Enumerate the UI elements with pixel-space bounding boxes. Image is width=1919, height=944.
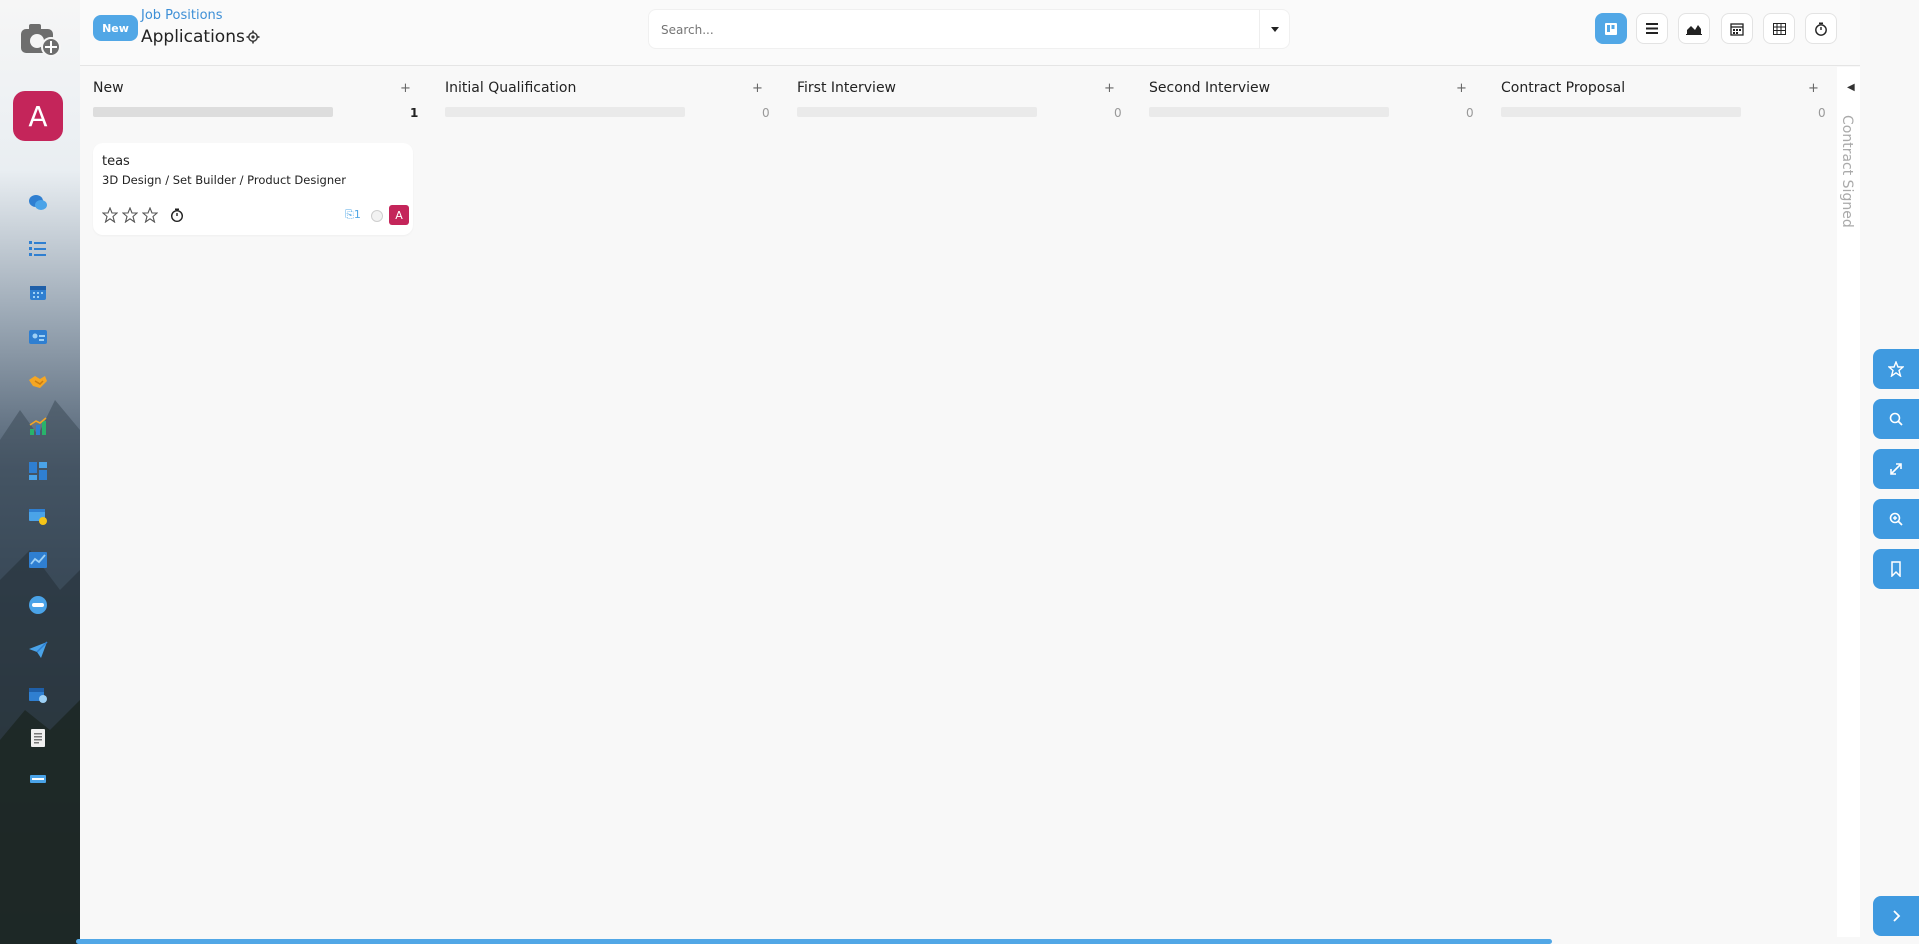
applicant-name: teas [102,154,130,169]
column-progress-bar[interactable] [797,107,1037,117]
analytics-icon[interactable] [28,550,48,570]
favorite-tool-button[interactable] [1873,349,1919,389]
calendar-view-button[interactable] [1721,13,1753,44]
paperclip-icon: ⎘ [345,208,354,221]
star-outline-icon[interactable] [122,207,138,223]
search-input[interactable] [661,20,1221,40]
star-outline-icon[interactable] [102,207,118,223]
column-count: 0 [1818,106,1826,120]
documents-icon[interactable] [28,728,48,748]
calendar-icon [1730,22,1744,36]
job-position: 3D Design / Set Builder / Product Design… [102,173,346,187]
star-outline-icon[interactable] [142,207,158,223]
kanban-card[interactable]: teas 3D Design / Set Builder / Product D… [93,143,413,235]
column-title[interactable]: New [93,80,124,96]
pivot-table-icon [1772,22,1786,35]
user-avatar[interactable]: A [13,91,63,141]
page-title: Applications [141,27,245,47]
column-title[interactable]: Second Interview [1149,80,1270,96]
column-count: 0 [1114,106,1122,120]
column-title[interactable]: First Interview [797,80,896,96]
crm-icon[interactable] [28,372,48,392]
kanban-board: New + 1 teas 3D Design / Set Builder / P… [80,67,1860,937]
contacts-icon[interactable] [28,327,48,347]
dashboards-icon[interactable] [28,461,48,481]
list-icon [1646,23,1658,34]
bookmark-icon [1891,561,1901,577]
pivot-view-button[interactable] [1763,13,1795,44]
star-icon [1888,361,1904,377]
camera-add-logo-icon[interactable] [18,20,62,58]
zoom-tool-button[interactable] [1873,499,1919,539]
graph-view-button[interactable] [1678,13,1710,44]
control-panel: New Job Positions Applications [80,0,1860,66]
odoo-icon[interactable] [28,595,48,615]
activity-view-button[interactable] [1805,13,1837,44]
todo-icon[interactable] [28,238,48,258]
column-quick-create-button[interactable]: + [1104,81,1115,96]
column-quick-create-button[interactable]: + [752,81,763,96]
sales-icon[interactable] [28,417,48,437]
column-count: 1 [410,106,419,120]
zoom-icon [1889,512,1903,526]
toggle-tools-button[interactable] [1873,896,1919,936]
expand-tool-button[interactable] [1873,449,1919,489]
column-progress-bar[interactable] [1149,107,1389,117]
kanban-view-button[interactable] [1595,13,1627,44]
column-quick-create-button[interactable]: + [1456,81,1467,96]
column-quick-create-button[interactable]: + [400,81,411,96]
activity-clock-icon[interactable] [169,207,185,227]
horizontal-scrollbar[interactable] [76,939,1552,944]
assignee-avatar[interactable]: A [389,205,409,225]
breadcrumb-job-positions[interactable]: Job Positions [141,8,223,23]
area-chart-icon [1686,24,1702,35]
column-count: 0 [1466,106,1474,120]
events-icon[interactable] [28,684,48,704]
kanban-icon [1605,22,1617,35]
column-count: 0 [762,106,770,120]
column-progress-bar[interactable] [93,107,333,117]
app-sidebar: A [0,0,80,944]
caret-down-icon [1270,26,1279,32]
email-marketing-icon[interactable] [28,640,48,660]
search-options-toggle[interactable] [1259,10,1289,48]
attachment-count[interactable]: ⎘1 [345,208,361,222]
gear-icon[interactable] [246,29,262,45]
caret-left-icon[interactable]: ◀ [1847,82,1855,93]
expand-icon [1890,463,1902,475]
search-box [648,9,1290,49]
priority-stars [102,207,158,223]
kanban-state-indicator[interactable] [371,210,383,222]
discuss-icon[interactable] [28,193,48,213]
chevron-right-icon [1893,910,1901,922]
column-title[interactable]: Contract Proposal [1501,80,1625,96]
bookmark-tool-button[interactable] [1873,549,1919,589]
search-tool-button[interactable] [1873,399,1919,439]
column-title[interactable]: Initial Qualification [445,80,576,96]
column-quick-create-button[interactable]: + [1808,81,1819,96]
list-view-button[interactable] [1636,13,1668,44]
more-icon[interactable] [28,769,48,789]
column-progress-bar[interactable] [445,107,685,117]
new-button[interactable]: New [93,15,138,41]
calendar-icon[interactable] [28,282,48,302]
folded-column-title[interactable]: Contract Signed [1839,115,1855,228]
search-icon [1889,412,1903,426]
website-icon[interactable] [28,506,48,526]
stopwatch-icon [1815,22,1827,36]
column-progress-bar[interactable] [1501,107,1741,117]
